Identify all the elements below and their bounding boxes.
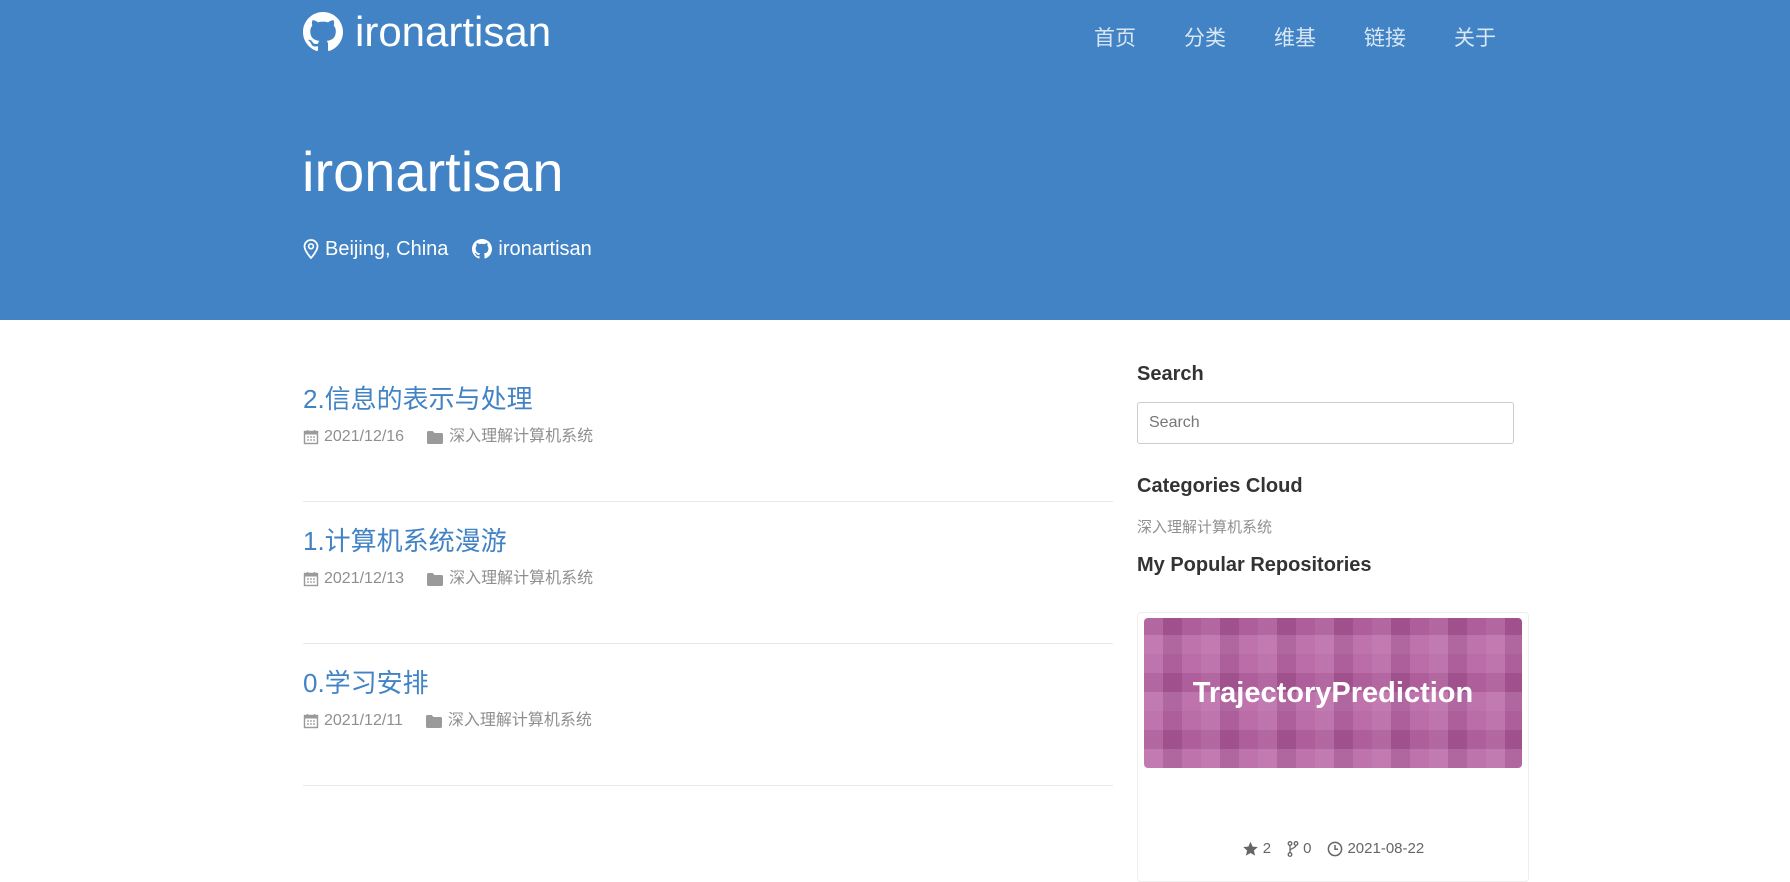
sidebar: Search Categories Cloud 深入理解计算机系统 My Pop… (1137, 360, 1529, 882)
repositories-heading: My Popular Repositories (1137, 554, 1372, 576)
location: Beijing, China (303, 236, 448, 262)
post-title-link[interactable]: 2.信息的表示与处理 (303, 382, 1113, 416)
nav-categories[interactable]: 分类 (1184, 24, 1226, 54)
post-list: 2.信息的表示与处理 2021/12/16 深入理解计算机系统 1.计算机系统漫… (303, 360, 1113, 786)
nav-wiki[interactable]: 维基 (1274, 24, 1316, 54)
main-nav: 首页 分类 维基 链接 关于 (1094, 24, 1496, 54)
repo-forks: 0 (1287, 840, 1311, 857)
post-date: 2021/12/11 (303, 711, 403, 731)
repo-stars: 2 (1242, 840, 1271, 857)
fork-icon (1287, 840, 1299, 857)
repo-name: TrajectoryPrediction (1192, 676, 1474, 709)
post-date: 2021/12/16 (303, 427, 404, 447)
post-category: 深入理解计算机系统 (426, 427, 593, 447)
nav-links[interactable]: 链接 (1364, 24, 1406, 54)
post-meta: 2021/12/13 深入理解计算机系统 (303, 569, 1113, 589)
repo-forks-count: 0 (1303, 840, 1312, 857)
post-date-text: 2021/12/13 (324, 570, 405, 587)
map-pin-icon (303, 239, 319, 259)
post-date-text: 2021/12/11 (324, 712, 403, 729)
nav-about[interactable]: 关于 (1454, 24, 1496, 54)
brand-name: ironartisan (355, 8, 552, 55)
repo-stats: 2 0 2021-08-22 (1138, 840, 1528, 857)
star-icon (1242, 841, 1258, 856)
repo-updated-date: 2021-08-22 (1347, 840, 1425, 857)
site-header: ironartisan 首页 分类 维基 链接 关于 ironartisan B… (0, 0, 1790, 320)
post-title-link[interactable]: 0.学习安排 (303, 666, 1113, 700)
repo-updated: 2021-08-22 (1327, 840, 1424, 857)
github-icon (303, 12, 343, 52)
brand-link[interactable]: ironartisan (303, 10, 551, 54)
post-meta: 2021/12/16 深入理解计算机系统 (303, 427, 1113, 447)
post-date: 2021/12/13 (303, 569, 404, 589)
folder-icon (425, 714, 442, 728)
post-category: 深入理解计算机系统 (425, 711, 592, 731)
profile-meta: Beijing, China ironartisan (303, 236, 616, 262)
post-meta: 2021/12/11 深入理解计算机系统 (303, 711, 1113, 731)
github-icon (472, 239, 493, 259)
post-category-link[interactable]: 深入理解计算机系统 (449, 427, 593, 447)
category-tag[interactable]: 深入理解计算机系统 (1137, 516, 1272, 537)
post-date-text: 2021/12/16 (324, 428, 405, 445)
repo-banner[interactable]: TrajectoryPrediction (1144, 618, 1522, 768)
nav-home[interactable]: 首页 (1094, 24, 1136, 54)
folder-icon (427, 572, 444, 586)
page-title: ironartisan (302, 140, 564, 203)
calendar-icon (303, 714, 319, 729)
post-title-link[interactable]: 1.计算机系统漫游 (303, 524, 1113, 558)
repo-stars-count: 2 (1262, 840, 1272, 857)
post-category-link[interactable]: 深入理解计算机系统 (449, 569, 593, 589)
calendar-icon (303, 430, 319, 445)
search-input[interactable] (1137, 402, 1514, 444)
list-item: 2.信息的表示与处理 2021/12/16 深入理解计算机系统 (303, 360, 1113, 502)
repo-card[interactable]: TrajectoryPrediction 2 0 2021-08-22 (1137, 612, 1529, 882)
calendar-icon (303, 572, 319, 587)
post-category-link[interactable]: 深入理解计算机系统 (448, 711, 592, 731)
location-text: Beijing, China (325, 238, 449, 260)
post-category: 深入理解计算机系统 (426, 569, 593, 589)
categories-heading: Categories Cloud (1137, 475, 1303, 497)
list-item: 1.计算机系统漫游 2021/12/13 深入理解计算机系统 (303, 502, 1113, 644)
list-item: 0.学习安排 2021/12/11 深入理解计算机系统 (303, 644, 1113, 786)
search-heading: Search (1137, 363, 1204, 385)
github-profile-link[interactable]: ironartisan (472, 236, 592, 262)
clock-icon (1328, 841, 1343, 856)
folder-icon (427, 430, 444, 444)
github-username: ironartisan (498, 238, 592, 260)
